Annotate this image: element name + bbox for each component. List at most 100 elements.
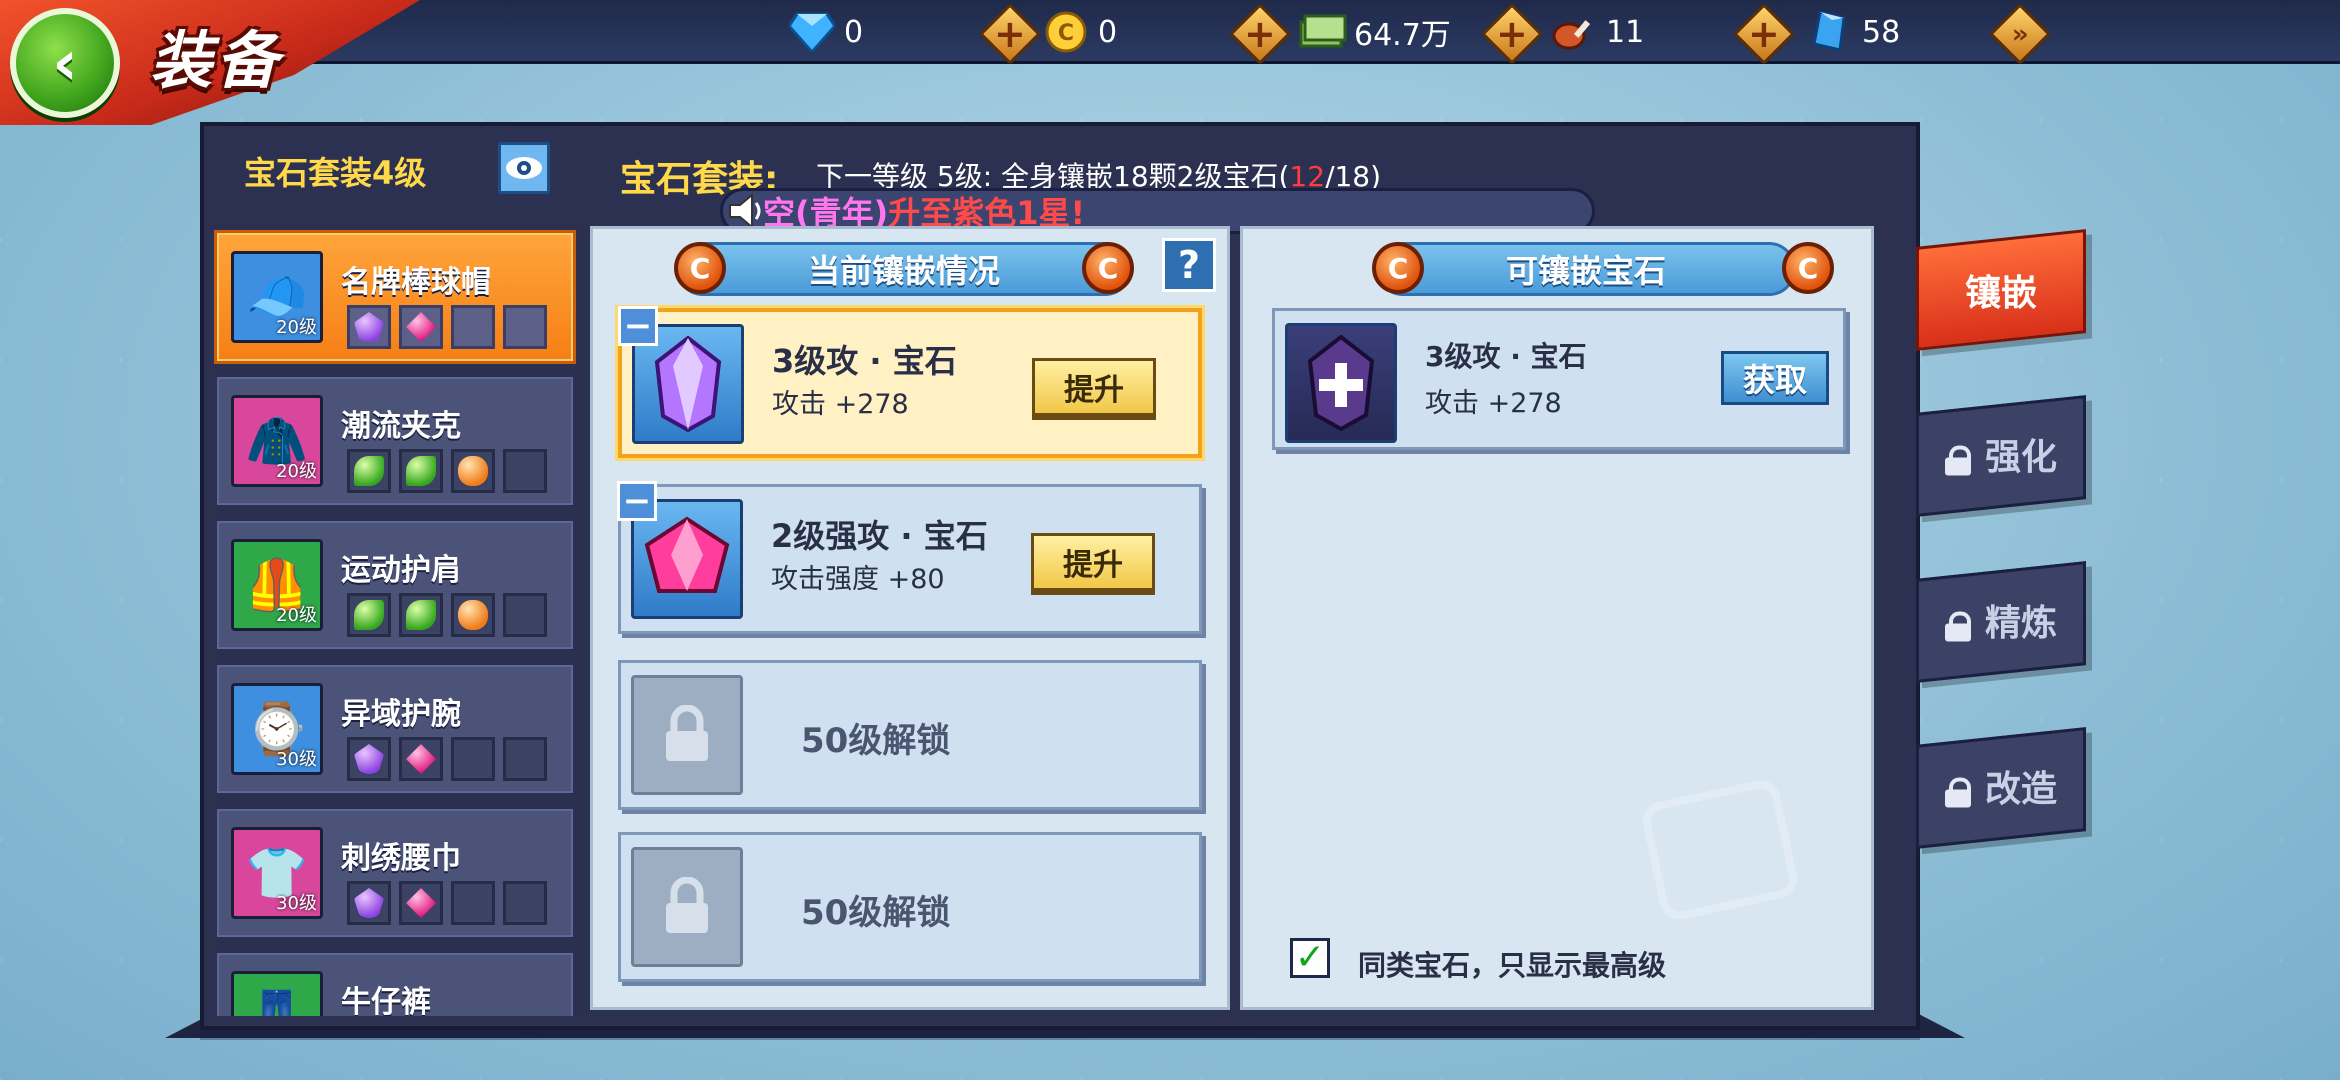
obtain-gem-button[interactable]: 获取	[1721, 351, 1829, 405]
gem-slot	[503, 881, 547, 925]
tab-label: 精炼	[1984, 602, 2057, 644]
crystal-count: 58	[1862, 14, 1901, 50]
remove-gem-button[interactable]: −	[617, 481, 657, 521]
equipment-item[interactable]: 👖 牛仔裤	[214, 950, 576, 1016]
available-gems-title: 可镶嵌宝石	[1505, 252, 1666, 290]
equipment-level: 20级	[276, 461, 317, 482]
tab-label: 强化	[1984, 436, 2057, 478]
gem-slot	[347, 449, 391, 493]
meat-icon	[1548, 10, 1600, 54]
equipment-item[interactable]: 🧥 20级 潮流夹克	[214, 374, 576, 508]
meat-count: 11	[1606, 14, 1645, 50]
equipment-list[interactable]: 🧢 20级 名牌棒球帽 🧥 20级 潮流夹克 🦺 20级 运动护肩 ⌚ 30级 异	[214, 226, 580, 1016]
gem-stat: 攻击 +278	[1425, 388, 1562, 419]
locked-gem-slot: 50级解锁	[618, 832, 1202, 982]
coin-emblem-icon: C	[1082, 242, 1134, 294]
gem-slots	[347, 593, 547, 637]
currency-cash: 64.7万	[1296, 6, 1451, 58]
orange-gem-icon	[458, 600, 488, 630]
current-inlay-title: 当前镶嵌情况	[807, 252, 1000, 290]
view-set-button[interactable]	[498, 142, 550, 194]
back-button[interactable]: ‹	[10, 8, 120, 118]
gem-slot	[347, 593, 391, 637]
help-button[interactable]: ?	[1162, 238, 1216, 292]
gem-slots	[347, 881, 547, 925]
gem-slot	[399, 305, 443, 349]
set-level-label: 宝石套装4级	[244, 154, 427, 192]
purple-gem-icon	[1285, 323, 1397, 443]
equipment-name: 名牌棒球帽	[341, 265, 491, 300]
shoulder-pad-icon: 🦺 20级	[231, 539, 323, 631]
diamond-icon	[786, 10, 838, 54]
diamond-count: 0	[844, 14, 864, 50]
gem-slot	[347, 881, 391, 925]
equipment-level: 20级	[276, 317, 317, 338]
eye-icon	[506, 157, 542, 179]
unlock-requirement: 50级解锁	[801, 721, 951, 761]
gem-name: 2级强攻 · 宝石	[771, 517, 988, 555]
show-highest-only-checkbox[interactable]: ✓	[1290, 938, 1330, 978]
purple-gem-icon	[354, 312, 384, 342]
tab-label: 改造	[1984, 768, 2057, 810]
gem-slot	[399, 881, 443, 925]
unlock-requirement: 50级解锁	[801, 893, 951, 933]
tab-enhance[interactable]: 强化	[1916, 395, 2086, 517]
lock-icon	[1945, 446, 1971, 476]
gem-slots	[347, 305, 547, 349]
available-gem-card[interactable]: 3级攻 · 宝石 攻击 +278 获取	[1272, 308, 1846, 450]
gem-slot	[451, 449, 495, 493]
gem-slot	[399, 737, 443, 781]
green-gem-icon	[406, 456, 436, 486]
gem-slot	[347, 305, 391, 349]
equipment-item[interactable]: 🧢 20级 名牌棒球帽	[214, 230, 576, 364]
lock-icon	[1945, 612, 1971, 642]
currency-meat: 11	[1548, 6, 1644, 58]
baseball-cap-icon: 🧢 20级	[231, 251, 323, 343]
equipment-level: 30级	[276, 893, 317, 914]
tab-modify[interactable]: 改造	[1916, 727, 2086, 849]
lock-icon	[1945, 778, 1971, 808]
tab-inlay[interactable]: 镶嵌	[1916, 229, 2086, 351]
jeans-icon: 👖	[231, 971, 323, 1016]
back-arrow-icon: ‹	[52, 26, 78, 99]
gem-slot	[451, 593, 495, 637]
coin-emblem-icon: C	[674, 242, 726, 294]
gem-stat: 攻击 +278	[772, 389, 909, 420]
gem-slots	[347, 737, 547, 781]
currency-gold: C 0	[1040, 6, 1117, 58]
current-inlay-title-bar: 当前镶嵌情况	[676, 242, 1132, 296]
coin-emblem-icon: C	[1782, 242, 1834, 294]
gem-slot	[347, 737, 391, 781]
tab-refine[interactable]: 精炼	[1916, 561, 2086, 683]
gem-slot	[503, 305, 547, 349]
page-title: 装备	[150, 24, 283, 97]
equipment-level: 30级	[276, 749, 317, 770]
pink-gem-icon	[406, 888, 436, 918]
gem-slot	[399, 449, 443, 493]
currency-diamond: 0	[786, 6, 863, 58]
coin-emblem-icon: C	[1372, 242, 1424, 294]
svg-text:C: C	[1058, 21, 1074, 46]
gold-count: 0	[1098, 14, 1118, 50]
orange-gem-icon	[458, 456, 488, 486]
remove-gem-button[interactable]: −	[618, 306, 658, 346]
upgrade-gem-button[interactable]: 提升	[1032, 358, 1156, 416]
equipment-item[interactable]: 🦺 20级 运动护肩	[214, 518, 576, 652]
wristband-icon: ⌚ 30级	[231, 683, 323, 775]
purple-gem-icon	[354, 744, 384, 774]
green-gem-icon	[354, 456, 384, 486]
inlaid-gem-slot[interactable]: − 2级强攻 · 宝石 攻击强度 +80 提升	[617, 481, 1202, 634]
gem-name: 3级攻 · 宝石	[772, 342, 957, 380]
upgrade-gem-button[interactable]: 提升	[1031, 533, 1155, 591]
equipment-item[interactable]: 👕 30级 刺绣腰巾	[214, 806, 576, 940]
equipment-name: 运动护肩	[341, 553, 461, 588]
show-highest-only-label: 同类宝石，只显示最高级	[1358, 949, 1667, 982]
gem-slot	[451, 305, 495, 349]
gold-coin-icon: C	[1040, 10, 1092, 54]
equipment-item[interactable]: ⌚ 30级 异域护腕	[214, 662, 576, 796]
tab-label: 镶嵌	[1964, 273, 2037, 315]
locked-gem-slot: 50级解锁	[618, 660, 1202, 810]
equipment-name: 刺绣腰巾	[341, 841, 461, 876]
inlaid-gem-slot[interactable]: − 3级攻 · 宝石 攻击 +278 提升	[618, 306, 1202, 458]
waist-scarf-icon: 👕 30级	[231, 827, 323, 919]
